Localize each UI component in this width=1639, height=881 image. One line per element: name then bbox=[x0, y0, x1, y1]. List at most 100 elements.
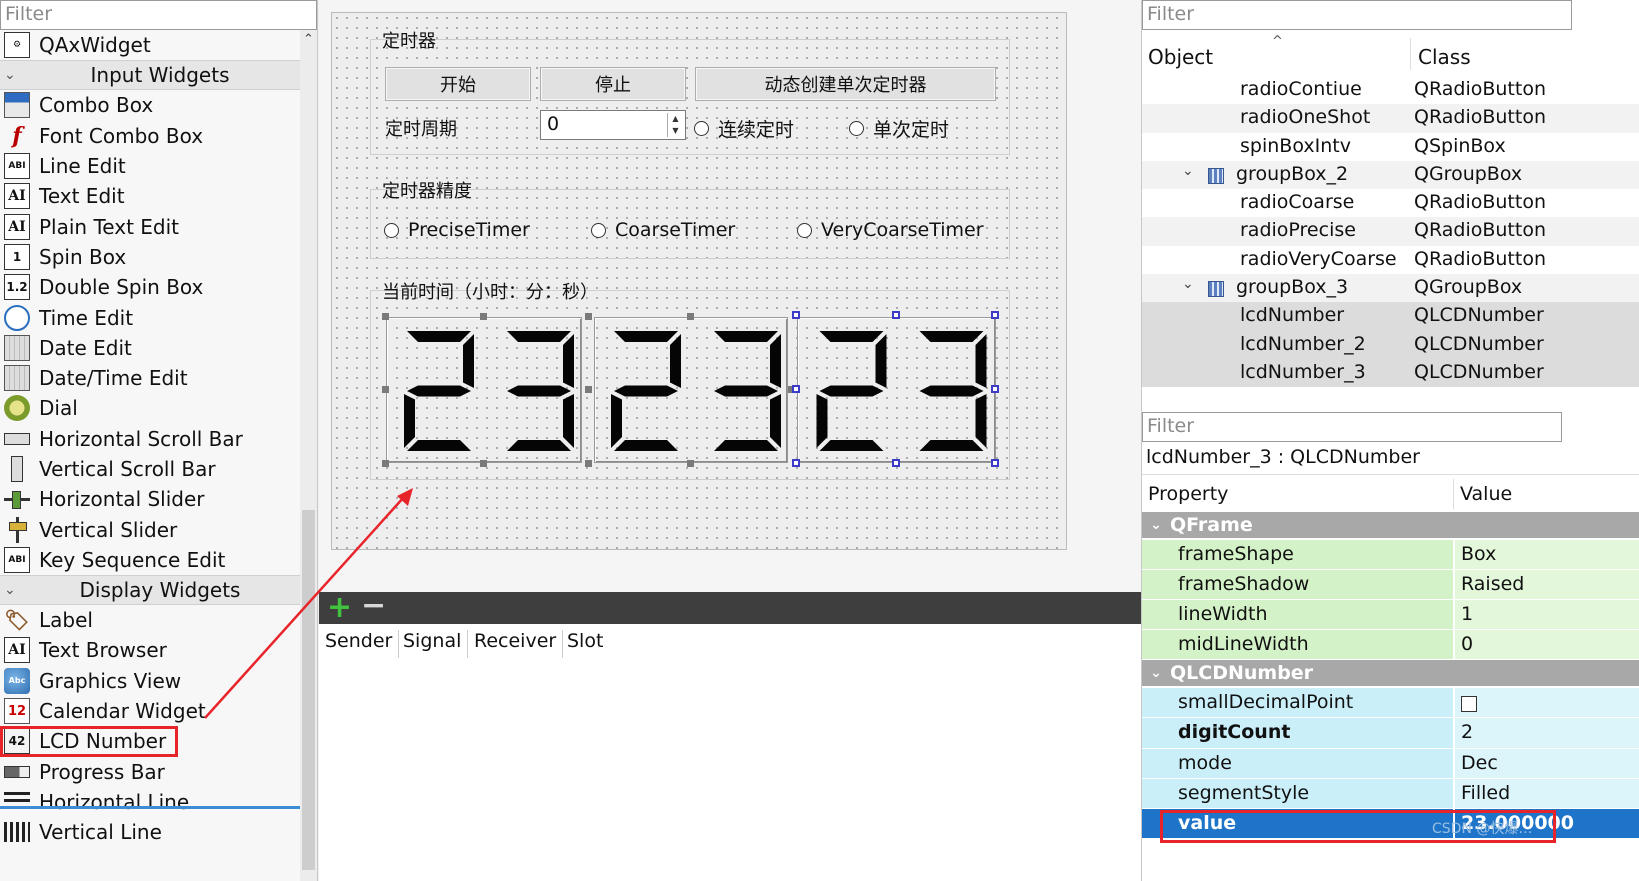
property-row[interactable]: frameShape Box bbox=[1142, 540, 1639, 571]
property-row[interactable]: segmentStyle Filled bbox=[1142, 778, 1639, 809]
widget-item-calendar-widget[interactable]: 12 Calendar Widget bbox=[0, 696, 300, 726]
widget-item-vertical-slider[interactable]: Vertical Slider bbox=[0, 514, 300, 544]
selection-handle[interactable] bbox=[991, 311, 999, 319]
selection-handle[interactable] bbox=[792, 385, 800, 393]
column-signal[interactable]: Signal bbox=[403, 630, 469, 658]
widget-item-text-browser[interactable]: AI Text Browser bbox=[0, 635, 300, 665]
widget-item-date-edit[interactable]: Date Edit bbox=[0, 333, 300, 363]
widget-item-combo-box[interactable]: Combo Box bbox=[0, 90, 300, 120]
tree-row[interactable]: radioPrecise QRadioButton bbox=[1142, 217, 1639, 246]
radio-single-shot[interactable]: 单次定时 bbox=[849, 115, 949, 142]
add-connection-icon[interactable]: + bbox=[327, 593, 352, 623]
start-button[interactable]: 开始 bbox=[385, 67, 531, 101]
spin-arrows-icon[interactable]: ▲ ▼ bbox=[667, 113, 683, 137]
create-single-shot-timer-button[interactable]: 动态创建单次定时器 bbox=[695, 67, 996, 101]
resize-handle[interactable] bbox=[382, 460, 389, 467]
widget-item-text-edit[interactable]: AI Text Edit bbox=[0, 181, 300, 211]
tree-row-selected[interactable]: lcdNumber_2 QLCDNumber bbox=[1142, 330, 1639, 359]
chevron-down-icon[interactable]: ⌄ bbox=[1182, 276, 1194, 292]
column-slot[interactable]: Slot bbox=[567, 630, 609, 658]
property-row[interactable]: smallDecimalPoint bbox=[1142, 688, 1639, 719]
widget-item-dial[interactable]: Dial bbox=[0, 393, 300, 423]
category-input-widgets[interactable]: ⌄ Input Widgets bbox=[0, 60, 300, 91]
tree-row[interactable]: radioContiue QRadioButton bbox=[1142, 76, 1639, 104]
widget-item-double-spin-box[interactable]: 1.2 Double Spin Box bbox=[0, 272, 300, 302]
widget-item-horizontal-slider[interactable]: Horizontal Slider bbox=[0, 484, 300, 514]
tree-row[interactable]: spinBoxIntv QSpinBox bbox=[1142, 133, 1639, 161]
widget-item-key-sequence-edit[interactable]: ABI Key Sequence Edit bbox=[0, 545, 300, 575]
property-value[interactable]: Box bbox=[1454, 540, 1639, 570]
widget-item-horizontal-line[interactable]: Horizontal Line bbox=[0, 787, 300, 817]
property-filter-input[interactable]: Filter bbox=[1142, 412, 1562, 442]
property-value[interactable]: 0 bbox=[1454, 630, 1639, 660]
widget-item-lcd-number[interactable]: 42 LCD Number bbox=[0, 726, 178, 757]
widget-item-horizontal-scroll-bar[interactable]: Horizontal Scroll Bar bbox=[0, 424, 300, 454]
scrollbar-thumb[interactable] bbox=[302, 510, 315, 870]
radio-coarse[interactable]: CoarseTimer bbox=[591, 219, 735, 241]
column-property[interactable]: Property bbox=[1148, 483, 1228, 505]
widget-item-time-edit[interactable]: Time Edit bbox=[0, 302, 300, 332]
column-class[interactable]: Class bbox=[1418, 45, 1471, 69]
tree-row[interactable]: ⌄ groupBox_3 QGroupBox bbox=[1142, 274, 1639, 303]
tree-row-selected[interactable]: lcdNumber QLCDNumber bbox=[1142, 302, 1639, 331]
tree-row[interactable]: radioOneShot QRadioButton bbox=[1142, 104, 1639, 133]
section-qlcdnumber[interactable]: ⌄ QLCDNumber bbox=[1142, 660, 1639, 689]
designer-form[interactable]: 定时器 开始 停止 动态创建单次定时器 定时周期 连续定时 单次定时 定时器精度… bbox=[331, 12, 1067, 550]
tree-row[interactable]: ⌄ groupBox_2 QGroupBox bbox=[1142, 160, 1639, 190]
property-row[interactable]: digitCount 2 bbox=[1142, 718, 1639, 749]
widget-item-qaxwidget[interactable]: ⚙ QAxWidget bbox=[0, 30, 300, 60]
resize-handle[interactable] bbox=[480, 313, 487, 320]
property-value[interactable]: Filled bbox=[1454, 778, 1639, 808]
property-value[interactable]: 2 bbox=[1454, 718, 1639, 748]
radio-continuous[interactable]: 连续定时 bbox=[694, 115, 794, 142]
resize-handle[interactable] bbox=[585, 460, 592, 467]
widget-item-graphics-view[interactable]: Abc Graphics View bbox=[0, 666, 300, 696]
category-display-widgets[interactable]: ⌄ Display Widgets bbox=[0, 575, 300, 606]
widget-item-progress-bar[interactable]: Progress Bar bbox=[0, 757, 300, 787]
property-row[interactable]: frameShadow Raised bbox=[1142, 570, 1639, 601]
remove-connection-icon[interactable]: − bbox=[361, 591, 386, 621]
widget-item-vertical-scroll-bar[interactable]: Vertical Scroll Bar bbox=[0, 454, 300, 484]
selection-handle[interactable] bbox=[892, 311, 900, 319]
tree-row[interactable]: radioVeryCoarse QRadioButton bbox=[1142, 246, 1639, 274]
resize-handle[interactable] bbox=[382, 313, 389, 320]
resize-handle[interactable] bbox=[687, 460, 694, 467]
widget-item-label[interactable]: 🏷 Label bbox=[0, 605, 300, 635]
selection-handle[interactable] bbox=[792, 311, 800, 319]
selection-handle[interactable] bbox=[991, 385, 999, 393]
column-value[interactable]: Value bbox=[1460, 483, 1512, 505]
property-value[interactable]: Raised bbox=[1454, 570, 1639, 600]
small-decimal-point-checkbox[interactable] bbox=[1461, 696, 1477, 713]
scroll-up-icon[interactable]: ⌃ bbox=[300, 32, 317, 47]
widget-item-datetime-edit[interactable]: Date/Time Edit bbox=[0, 363, 300, 393]
resize-handle[interactable] bbox=[687, 313, 694, 320]
resize-handle[interactable] bbox=[585, 386, 592, 393]
property-row[interactable]: midLineWidth 0 bbox=[1142, 630, 1639, 661]
spin-box-interval[interactable]: 0 ▲ ▼ bbox=[540, 110, 686, 140]
widget-item-plain-text-edit[interactable]: AI Plain Text Edit bbox=[0, 211, 300, 241]
column-sender[interactable]: Sender bbox=[325, 630, 400, 658]
radio-precise[interactable]: PreciseTimer bbox=[384, 219, 530, 241]
property-row[interactable]: mode Dec bbox=[1142, 748, 1639, 779]
column-object[interactable]: Object bbox=[1148, 45, 1213, 69]
tree-row[interactable]: radioCoarse QRadioButton bbox=[1142, 189, 1639, 217]
widget-item-spin-box[interactable]: 1 Spin Box bbox=[0, 242, 300, 272]
stop-button[interactable]: 停止 bbox=[540, 67, 686, 101]
selection-handle[interactable] bbox=[892, 459, 900, 467]
tree-row-selected[interactable]: lcdNumber_3 QLCDNumber bbox=[1142, 358, 1639, 388]
property-row[interactable]: lineWidth 1 bbox=[1142, 600, 1639, 631]
widget-filter-input[interactable]: Filter bbox=[0, 0, 317, 30]
property-value[interactable]: 1 bbox=[1454, 600, 1639, 630]
resize-handle[interactable] bbox=[480, 460, 487, 467]
widget-item-vertical-line[interactable]: Vertical Line bbox=[0, 817, 300, 847]
selection-handle[interactable] bbox=[991, 459, 999, 467]
radio-very-coarse[interactable]: VeryCoarseTimer bbox=[797, 219, 984, 241]
widget-box-scrollbar[interactable]: ⌃ bbox=[300, 30, 317, 881]
column-receiver[interactable]: Receiver bbox=[474, 630, 564, 658]
lcd-number-2[interactable] bbox=[594, 317, 788, 463]
resize-handle[interactable] bbox=[382, 386, 389, 393]
resize-handle[interactable] bbox=[585, 313, 592, 320]
chevron-down-icon[interactable]: ⌄ bbox=[1182, 163, 1194, 179]
object-filter-input[interactable]: Filter bbox=[1142, 0, 1572, 30]
widget-item-font-combo-box[interactable]: f Font Combo Box bbox=[0, 121, 300, 151]
